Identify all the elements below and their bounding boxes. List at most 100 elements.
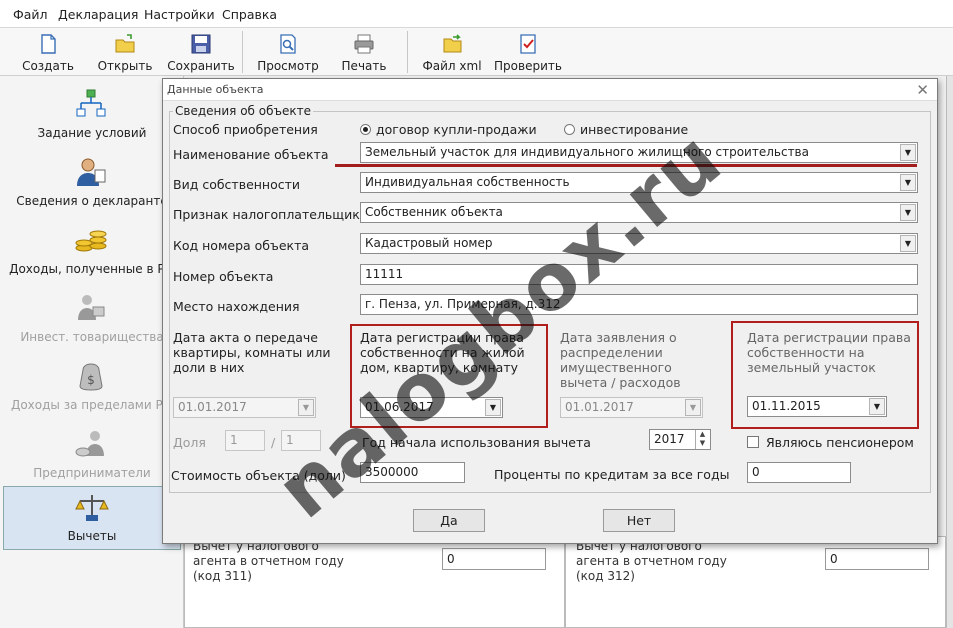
home-registration-date-picker[interactable]: 01.06.2017 ▼ (360, 397, 503, 418)
agent-deduction-312-input[interactable]: 0 (825, 548, 929, 570)
chevron-down-icon[interactable]: ▼ (485, 399, 501, 416)
menu-settings[interactable]: Настройки (144, 7, 215, 22)
toolbar-separator (407, 31, 408, 73)
save-label: Сохранить (167, 59, 235, 73)
create-button[interactable]: Создать (16, 28, 80, 76)
radio-purchase[interactable] (360, 124, 371, 135)
xml-file-label: Файл xml (422, 59, 482, 73)
chevron-down-icon[interactable]: ▼ (869, 398, 885, 415)
object-code-label: Код номера объекта (173, 238, 310, 253)
toolbar: Создать Открыть Сохранить Просмотр Печат… (0, 28, 953, 76)
menu-declaration[interactable]: Декларация (58, 7, 138, 22)
preview-icon (280, 34, 296, 54)
sidebar-item-declarant[interactable]: Сведения о декларанте (3, 152, 181, 218)
sidebar-item-conditions[interactable]: Задание условий (3, 84, 181, 150)
object-data-dialog: Данные объекта ✕ Сведения об объекте Спо… (162, 78, 938, 544)
xml-export-icon (443, 34, 462, 53)
save-button[interactable]: Сохранить (166, 28, 236, 76)
deduction-start-year-value: 2017 (654, 432, 685, 446)
object-cost-label: Стоимость объекта (доли) (171, 468, 346, 483)
close-icon[interactable]: ✕ (916, 81, 929, 99)
agent-deduction-311-label: Вычет у налогового агента в отчетном год… (193, 539, 344, 583)
share-numerator-input[interactable]: 1 (225, 430, 265, 451)
deduction-start-year-spinner[interactable]: 2017 ▲ ▼ (649, 429, 711, 450)
group-title: Сведения об объекте (173, 104, 313, 118)
object-code-select[interactable]: Кадастровый номер ▼ (360, 233, 918, 254)
menu-bar: Файл Декларация Настройки Справка (0, 0, 953, 28)
object-cost-value: 3500000 (365, 465, 419, 479)
object-cost-input[interactable]: 3500000 (360, 462, 465, 483)
share-label: Доля (173, 435, 206, 450)
radio-investment-label[interactable]: инвестирование (580, 122, 688, 137)
agent-deduction-312-label: Вычет у налогового агента в отчетном год… (576, 539, 727, 583)
location-input[interactable]: г. Пенза, ул. Примерная, д.312 (360, 294, 918, 315)
yes-button[interactable]: Да (413, 509, 485, 532)
act-date-picker[interactable]: 01.01.2017 ▼ (173, 397, 316, 418)
floppy-disk-icon (191, 34, 211, 54)
sidebar-item-label: Вычеты (67, 529, 117, 543)
act-date-value: 01.01.2017 (178, 400, 247, 414)
pensioner-label[interactable]: Являюсь пенсионером (766, 435, 914, 450)
object-number-label: Номер объекта (173, 269, 274, 284)
taxpayer-select[interactable]: Собственник объекта ▼ (360, 202, 918, 223)
object-number-input[interactable]: 11111 (360, 264, 918, 285)
menu-help[interactable]: Справка (222, 7, 277, 22)
open-label: Открыть (97, 59, 153, 73)
chevron-down-icon[interactable]: ▼ (298, 399, 314, 416)
foreign-income-icon: $ (79, 363, 103, 391)
object-name-select[interactable]: Земельный участок для индивидуального жи… (360, 142, 918, 163)
check-button[interactable]: Проверить (492, 28, 564, 76)
menu-file[interactable]: Файл (13, 7, 48, 22)
preview-label: Просмотр (257, 59, 319, 73)
chevron-down-icon[interactable]: ▼ (900, 235, 916, 252)
chevron-down-icon[interactable]: ▼ (900, 174, 916, 191)
sidebar-item-label: Сведения о декларанте (16, 194, 168, 208)
xml-file-button[interactable]: Файл xml (420, 28, 484, 76)
check-document-icon (520, 34, 536, 54)
ownership-select[interactable]: Индивидуальная собственность ▼ (360, 172, 918, 193)
sidebar-item-label: Доходы, полученные в РФ (9, 262, 175, 276)
no-button[interactable]: Нет (603, 509, 675, 532)
application-date-picker[interactable]: 01.01.2017 ▼ (560, 397, 703, 418)
deduction-start-year-label: Год начала использования вычета (362, 435, 591, 450)
preview-button[interactable]: Просмотр (252, 28, 324, 76)
sidebar-item-entrepreneur[interactable]: Предприниматели (3, 424, 181, 490)
dialog-title: Данные объекта (167, 83, 264, 96)
land-registration-date-value: 01.11.2015 (752, 399, 821, 413)
sidebar: Задание условий Сведения о декларанте До… (0, 76, 184, 628)
credit-interest-label: Проценты по кредитам за все годы (494, 467, 730, 482)
sidebar-item-deductions[interactable]: Вычеты (3, 486, 181, 550)
home-registration-date-label: Дата регистрации права собственности на … (360, 330, 525, 375)
check-label: Проверить (494, 59, 562, 73)
sidebar-item-label: Инвест. товарищества (20, 330, 164, 344)
sidebar-item-investment[interactable]: Инвест. товарищества (3, 288, 181, 354)
sidebar-item-foreign-income[interactable]: $ Доходы за пределами РФ (3, 356, 181, 422)
taxpayer-label: Признак налогоплательщика (173, 207, 368, 222)
investment-icon (78, 295, 105, 320)
highlight-underline (335, 164, 917, 167)
scrollbar[interactable] (946, 76, 953, 628)
ownership-label: Вид собственности (173, 177, 301, 192)
radio-purchase-label[interactable]: договор купли-продажи (376, 122, 537, 137)
location-label: Место нахождения (173, 299, 300, 314)
share-denominator-input[interactable]: 1 (281, 430, 321, 451)
land-registration-date-label: Дата регистрации права собственности на … (747, 330, 911, 375)
print-button[interactable]: Печать (336, 28, 392, 76)
home-registration-date-value: 01.06.2017 (365, 400, 434, 414)
spinner-arrows-icon[interactable]: ▲ ▼ (695, 430, 709, 449)
credit-interest-input[interactable]: 0 (747, 462, 851, 483)
pensioner-checkbox[interactable] (747, 436, 759, 448)
sidebar-item-income-rf[interactable]: Доходы, полученные в РФ (3, 220, 181, 286)
act-date-label: Дата акта о передаче квартиры, комнаты и… (173, 330, 331, 375)
chevron-down-icon[interactable]: ▼ (685, 399, 701, 416)
conditions-icon (76, 89, 106, 117)
chevron-down-icon[interactable]: ▼ (900, 204, 916, 221)
radio-investment[interactable] (564, 124, 575, 135)
open-button[interactable]: Открыть (94, 28, 156, 76)
taxpayer-value: Собственник объекта (365, 205, 503, 219)
land-registration-date-picker[interactable]: 01.11.2015 ▼ (747, 396, 887, 417)
sidebar-item-label: Задание условий (37, 126, 147, 140)
chevron-down-icon[interactable]: ▼ (900, 144, 916, 161)
new-document-icon (41, 34, 56, 54)
agent-deduction-311-input[interactable]: 0 (442, 548, 546, 570)
